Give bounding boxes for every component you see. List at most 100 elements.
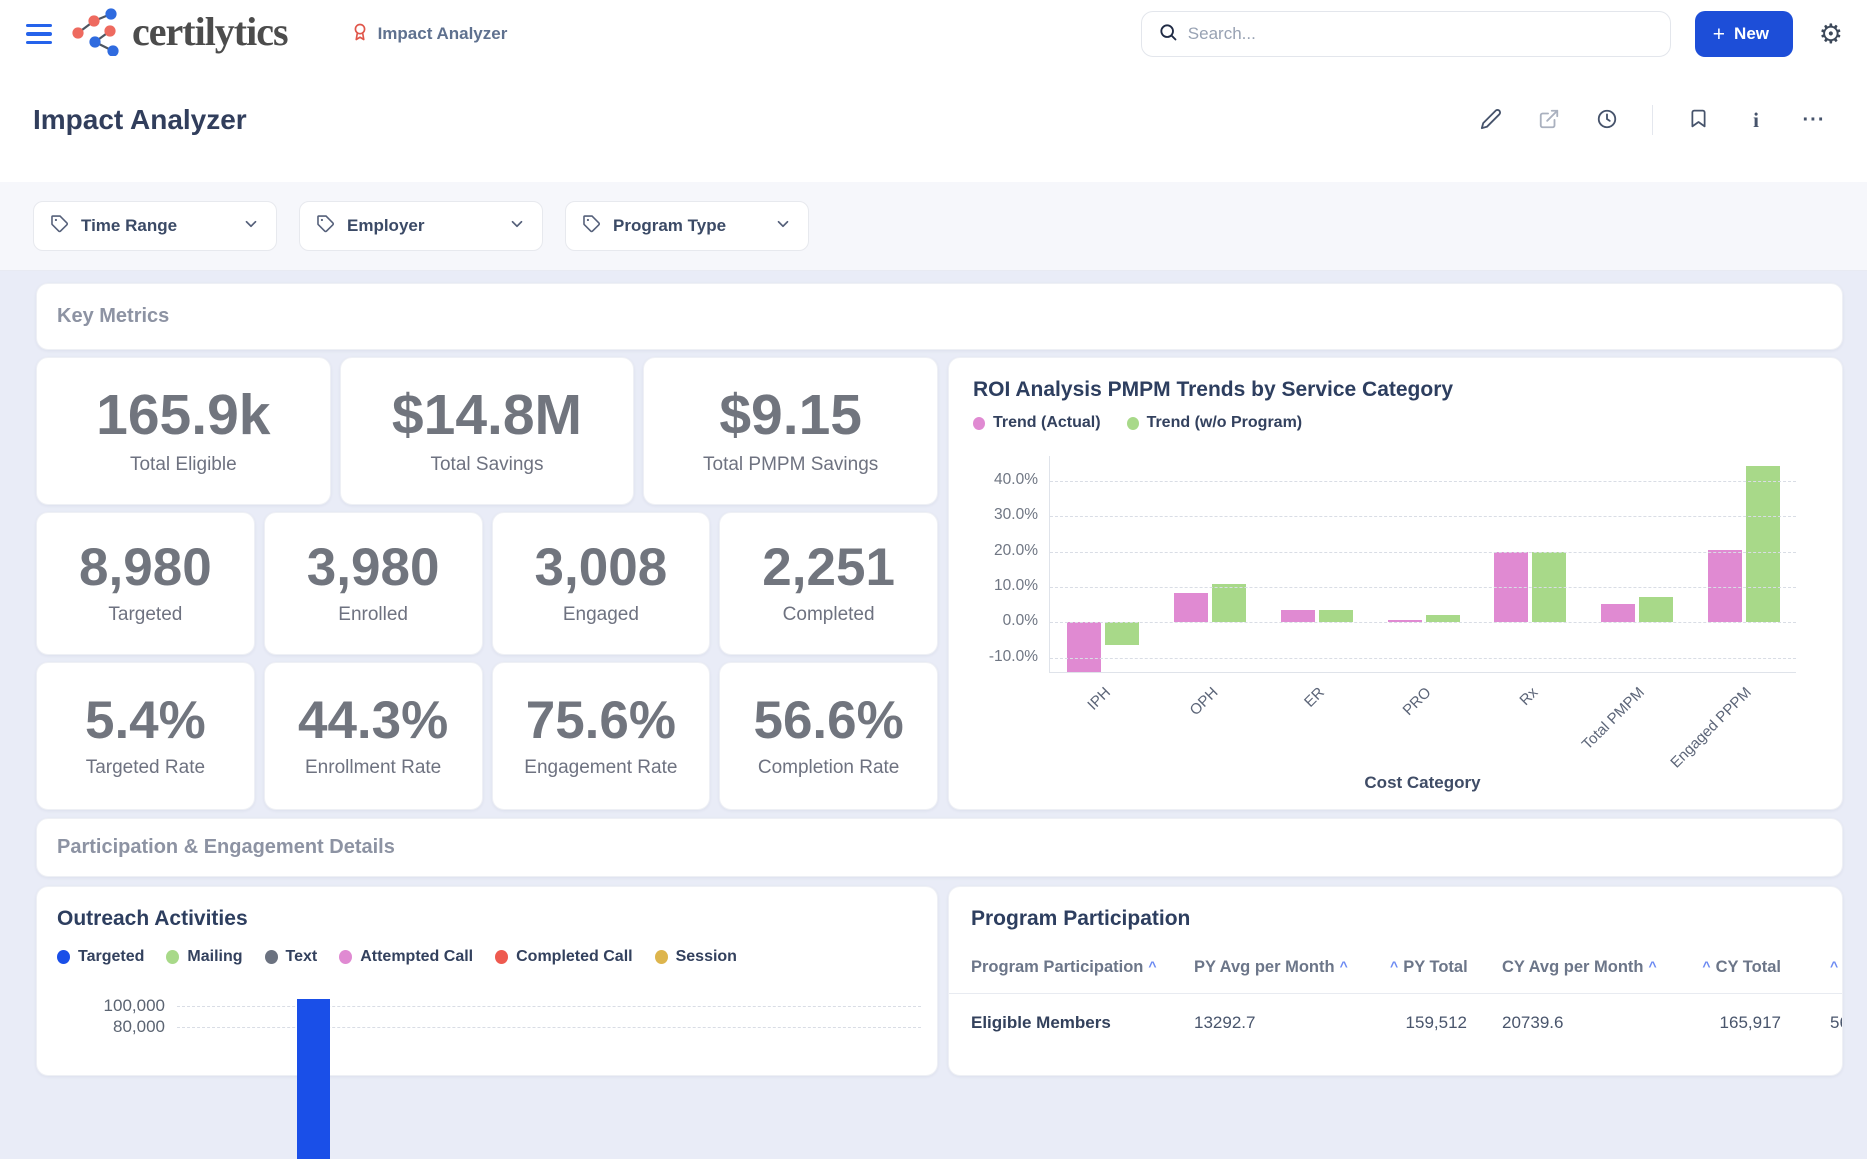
filter-bar: Time Range Employer Program Type (0, 182, 1867, 271)
filter-employer[interactable]: Employer (299, 201, 543, 251)
metric-value: 3,980 (307, 541, 440, 594)
outreach-chart-title: Outreach Activities (57, 907, 248, 931)
roi-y-tick: 10.0% (953, 577, 1038, 595)
roi-chart-title: ROI Analysis PMPM Trends by Service Cate… (973, 378, 1453, 402)
roi-bar-iph-wo-program (1105, 622, 1139, 645)
search-input[interactable] (1188, 24, 1654, 44)
metric-card-enrollment-rate: 44.3% Enrollment Rate (264, 662, 483, 810)
roi-x-tick: Total PMPM (1579, 684, 1648, 753)
bookmark-button[interactable] (1685, 107, 1711, 133)
roi-bar-pro-wo-program (1426, 615, 1460, 622)
more-options-button[interactable]: ··· (1801, 107, 1827, 133)
roi-gridline (1050, 622, 1796, 623)
roi-x-tick: Engaged PPPM (1667, 684, 1755, 772)
metric-value: 5.4% (85, 694, 206, 747)
roi-y-tick: -10.0% (953, 648, 1038, 666)
legend-dot (973, 417, 985, 430)
outreach-bar-targeted (297, 999, 330, 1159)
app-logo[interactable]: certilytics (70, 8, 288, 61)
legend-item-trend-wo-program[interactable]: Trend (w/o Program) (1127, 414, 1303, 432)
new-button[interactable]: + New (1695, 11, 1793, 57)
column-header-percent[interactable]: ^% (1781, 958, 1843, 977)
column-header-cy-total[interactable]: ^CY Total (1701, 958, 1781, 977)
cell-percent: 56 (1781, 1013, 1843, 1033)
legend-item-mailing[interactable]: Mailing (166, 948, 242, 966)
plus-icon: + (1713, 24, 1725, 45)
roi-bar-oph-actual (1174, 593, 1208, 622)
roi-bar-iph-actual (1067, 622, 1101, 672)
metric-card-total-pmpm-savings: $9.15 Total PMPM Savings (643, 357, 938, 505)
metric-label: Enrolled (338, 604, 408, 626)
edit-button[interactable] (1478, 107, 1504, 133)
metric-value: 2,251 (762, 541, 895, 594)
page-actions: i ··· (1478, 105, 1827, 135)
history-button[interactable] (1594, 107, 1620, 133)
column-header-py-avg-per-month[interactable]: PY Avg per Month^ (1194, 958, 1390, 977)
search-bar[interactable] (1141, 11, 1671, 57)
column-header-program-participation[interactable]: Program Participation^ (971, 958, 1194, 977)
chevron-down-icon (242, 215, 260, 238)
legend-item-session[interactable]: Session (655, 948, 737, 966)
filter-label: Program Type (613, 216, 726, 236)
roi-y-tick: 40.0% (953, 471, 1038, 489)
metric-card-completed: 2,251 Completed (719, 512, 938, 655)
roi-x-tick: IPH (1085, 684, 1115, 714)
metric-card-engagement-rate: 75.6% Engagement Rate (492, 662, 711, 810)
sort-caret-icon: ^ (1702, 958, 1710, 974)
legend-item-trend-actual[interactable]: Trend (Actual) (973, 414, 1101, 432)
legend-item-targeted[interactable]: Targeted (57, 948, 144, 966)
pencil-icon (1480, 108, 1502, 133)
metric-label: Completed (783, 604, 875, 626)
page-title-row: Impact Analyzer (33, 104, 1827, 136)
open-external-button[interactable] (1536, 107, 1562, 133)
tag-icon (316, 214, 335, 238)
clock-icon (1596, 108, 1618, 133)
legend-item-attempted-call[interactable]: Attempted Call (339, 948, 473, 966)
sort-caret-icon: ^ (1148, 958, 1156, 974)
ellipsis-icon: ··· (1803, 109, 1826, 132)
info-button[interactable]: i (1743, 107, 1769, 133)
program-participation-card: Program Participation Program Participat… (948, 886, 1843, 1076)
hamburger-menu-button[interactable] (26, 24, 52, 44)
filter-label: Time Range (81, 216, 177, 236)
legend-item-text[interactable]: Text (265, 948, 318, 966)
column-header-cy-avg-per-month[interactable]: CY Avg per Month^ (1467, 958, 1701, 977)
section-header-participation-details: Participation & Engagement Details (36, 818, 1843, 877)
legend-dot (1127, 417, 1139, 430)
tag-icon (582, 214, 601, 238)
column-header-py-total[interactable]: ^PY Total (1390, 958, 1467, 977)
chevron-down-icon (774, 215, 792, 238)
legend-item-completed-call[interactable]: Completed Call (495, 948, 632, 966)
roi-bars-layer (1050, 456, 1796, 672)
roi-x-tick: PRO (1400, 684, 1435, 719)
sort-caret-icon: ^ (1390, 958, 1398, 974)
metric-label: Total PMPM Savings (703, 454, 878, 476)
metric-row-1: 165.9k Total Eligible $14.8M Total Savin… (36, 357, 938, 505)
page-title: Impact Analyzer (33, 104, 247, 136)
tag-icon (50, 214, 69, 238)
metric-label: Completion Rate (758, 757, 900, 779)
filter-program-type[interactable]: Program Type (565, 201, 809, 251)
cell-cy-avg: 20739.6 (1467, 1013, 1701, 1033)
top-header: certilytics Impact Analyzer + New ⚙ (0, 0, 1867, 182)
roi-x-tick: OPH (1186, 684, 1221, 719)
roi-gridline (1050, 516, 1796, 517)
new-button-label: New (1734, 24, 1769, 44)
metric-label: Engagement Rate (524, 757, 677, 779)
metric-card-total-savings: $14.8M Total Savings (340, 357, 635, 505)
outreach-y-tick: 100,000 (80, 996, 165, 1016)
actions-divider (1652, 105, 1653, 135)
breadcrumb[interactable]: Impact Analyzer (350, 21, 508, 48)
sort-caret-icon: ^ (1830, 958, 1838, 974)
logo-text: certilytics (132, 12, 288, 56)
search-icon (1158, 22, 1178, 47)
outreach-gridline (177, 1027, 921, 1028)
breadcrumb-label: Impact Analyzer (378, 24, 508, 44)
metric-card-completion-rate: 56.6% Completion Rate (719, 662, 938, 810)
logo-mark-icon (70, 8, 122, 61)
settings-gear-button[interactable]: ⚙ (1819, 21, 1843, 48)
metric-label: Enrollment Rate (305, 757, 441, 779)
roi-chart-card: ROI Analysis PMPM Trends by Service Cate… (948, 357, 1843, 810)
filter-time-range[interactable]: Time Range (33, 201, 277, 251)
metric-value: $9.15 (719, 387, 862, 444)
